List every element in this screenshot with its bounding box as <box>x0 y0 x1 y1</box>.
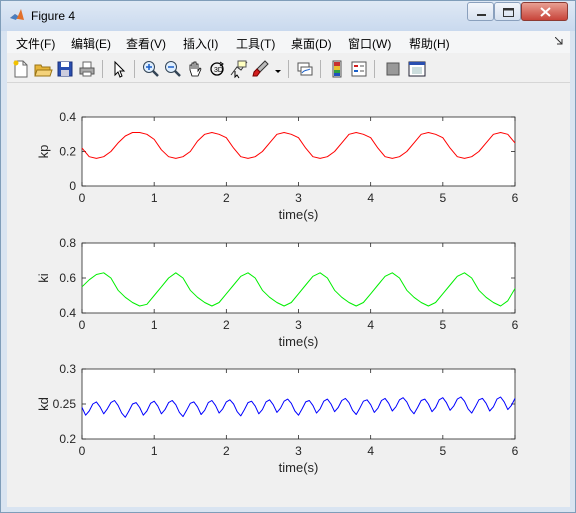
axes-box <box>81 368 516 440</box>
menu-help[interactable]: 帮助(H) <box>409 35 450 52</box>
x-tick-label: 5 <box>439 191 446 205</box>
open-file-icon[interactable] <box>33 59 53 79</box>
menubar-dock-arrow-icon[interactable] <box>555 37 563 45</box>
menu-edit[interactable]: 编辑(E) <box>71 35 111 52</box>
x-axis-label: time(s) <box>279 207 319 222</box>
toolbar-separator <box>374 60 375 78</box>
close-button[interactable] <box>521 2 568 21</box>
matlab-logo-icon <box>9 8 25 24</box>
y-tick-label: 0.2 <box>59 145 76 159</box>
subplots-svg: 0 1 2 3 4 5 600.20.4time(s)kp0 1 2 3 4 5 60.40.60.8t… <box>36 110 519 475</box>
x-tick-label: 2 <box>223 318 230 332</box>
maximize-button[interactable] <box>494 2 521 21</box>
x-tick-label: 3 <box>295 191 302 205</box>
rotate-3d-icon[interactable]: 3D <box>207 59 227 79</box>
x-tick-label: 0 <box>79 444 86 458</box>
y-tick-label: 0.4 <box>59 110 76 124</box>
x-tick-label: 6 <box>512 444 519 458</box>
y-tick-label: 0.3 <box>59 362 76 376</box>
subplot-kp-axes: 0 1 2 3 4 5 6 0 0.2 0.4 time(s) kp <box>36 110 519 222</box>
brush-icon[interactable] <box>251 59 271 79</box>
save-icon[interactable] <box>55 59 75 79</box>
svg-text:3D: 3D <box>214 67 223 74</box>
x-tick-label: 4 <box>367 318 374 332</box>
x-tick-label: 2 <box>223 191 230 205</box>
pan-hand-icon[interactable] <box>185 59 205 79</box>
brush-dropdown-icon[interactable] <box>273 59 283 79</box>
x-tick-label: 4 <box>367 191 374 205</box>
menu-tools[interactable]: 工具(T) <box>236 35 275 52</box>
y-axis-label: kp <box>36 145 51 159</box>
y-tick-label: 0.8 <box>59 236 76 250</box>
figure-toolbar: 3D <box>7 55 570 83</box>
x-tick-label: 1 <box>151 444 158 458</box>
y-tick-label: 0 <box>69 179 76 193</box>
subplot-ki-axes: 0 1 2 3 4 5 6 0.4 0.6 0.8 time(s) ki <box>36 236 519 349</box>
legend-icon[interactable] <box>349 59 369 79</box>
select-arrow-icon[interactable] <box>109 59 129 79</box>
figure-canvas[interactable]: 0 1 2 3 4 5 6 0 0.2 0.4 time(s) kp 0 1 2 3 4 5 6 0.4 0.6 0.8 t… <box>7 84 570 507</box>
x-tick-label: 0 <box>79 318 86 332</box>
menu-insert[interactable]: 插入(I) <box>183 35 218 52</box>
y-tick-label: 0.4 <box>59 306 76 320</box>
figure-window: Figure 4 文件(F) 编辑(E) 查看(V) 插入(I) 工具(T) 桌… <box>0 0 576 513</box>
y-tick-label: 0.6 <box>59 271 76 285</box>
axes-box <box>81 116 516 187</box>
menu-desktop[interactable]: 桌面(D) <box>291 35 332 52</box>
x-tick-label: 3 <box>295 444 302 458</box>
x-tick-label: 1 <box>151 318 158 332</box>
menu-file[interactable]: 文件(F) <box>16 35 55 52</box>
x-tick-label: 1 <box>151 191 158 205</box>
y-tick-label: 0.2 <box>59 432 76 446</box>
menu-window[interactable]: 窗口(W) <box>348 35 391 52</box>
show-plot-tools-icon[interactable] <box>407 59 427 79</box>
x-tick-label: 2 <box>223 444 230 458</box>
x-tick-label: 5 <box>439 318 446 332</box>
toolbar-separator <box>102 60 103 78</box>
x-tick-label: 0 <box>79 191 86 205</box>
x-axis-label: time(s) <box>279 334 319 349</box>
menu-bar: 文件(F) 编辑(E) 查看(V) 插入(I) 工具(T) 桌面(D) 窗口(W… <box>7 31 570 53</box>
y-axis-label: ki <box>36 273 51 283</box>
colorbar-icon[interactable] <box>327 59 347 79</box>
print-icon[interactable] <box>77 59 97 79</box>
axes-box <box>81 242 516 314</box>
zoom-in-icon[interactable] <box>141 59 161 79</box>
x-tick-label: 5 <box>439 444 446 458</box>
hide-plot-tools-icon[interactable] <box>383 59 403 79</box>
x-tick-label: 6 <box>512 191 519 205</box>
x-tick-label: 4 <box>367 444 374 458</box>
toolbar-separator <box>288 60 289 78</box>
y-axis-label: kd <box>36 397 51 411</box>
data-cursor-icon[interactable] <box>229 59 249 79</box>
subplot-kd-axes: 0 1 2 3 4 5 6 0.2 0.25 0.3 time(s) kd <box>36 362 519 475</box>
zoom-out-icon[interactable] <box>163 59 183 79</box>
minimize-button[interactable] <box>467 2 494 21</box>
x-axis-label: time(s) <box>279 460 319 475</box>
toolbar-separator <box>134 60 135 78</box>
toolbar-separator <box>320 60 321 78</box>
window-title: Figure 4 <box>31 9 76 23</box>
x-tick-label: 3 <box>295 318 302 332</box>
figure-client-area: 文件(F) 编辑(E) 查看(V) 插入(I) 工具(T) 桌面(D) 窗口(W… <box>7 31 570 507</box>
title-bar[interactable]: Figure 4 <box>1 1 575 31</box>
x-tick-label: 6 <box>512 318 519 332</box>
y-tick-label: 0.25 <box>53 397 77 411</box>
new-figure-icon[interactable] <box>11 59 31 79</box>
link-plot-icon[interactable] <box>295 59 315 79</box>
menu-view[interactable]: 查看(V) <box>126 35 166 52</box>
